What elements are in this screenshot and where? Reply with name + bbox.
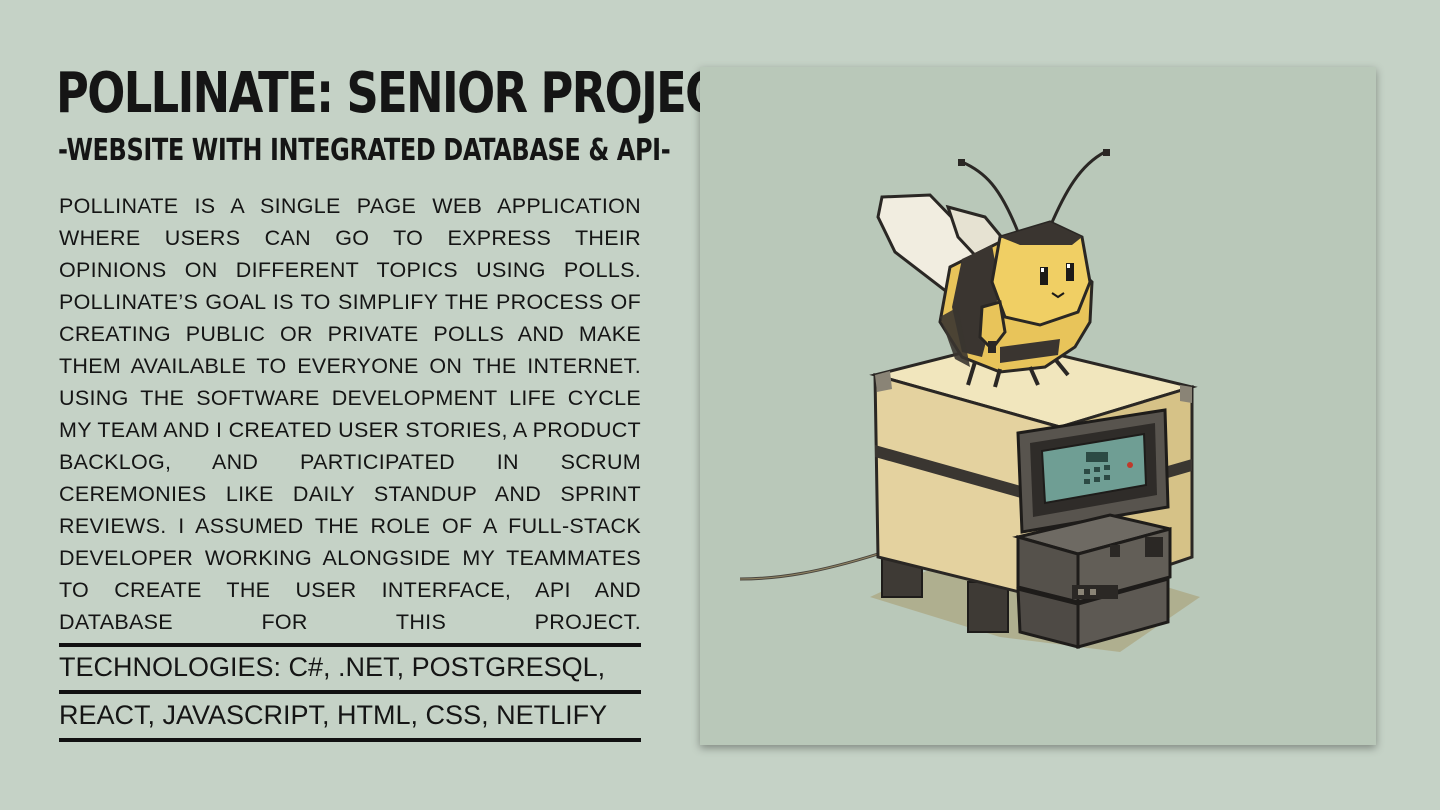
project-description: POLLINATE IS A SINGLE PAGE WEB APPLICATI…	[59, 194, 641, 634]
portfolio-slide: POLLINATE: SENIOR PROJECT -WEBSITE WITH …	[0, 0, 1440, 810]
bee-on-computer-illustration	[700, 67, 1376, 745]
divider-middle	[59, 690, 641, 694]
page-subtitle: -WEBSITE WITH INTEGRATED DATABASE & API-	[58, 133, 671, 168]
technologies-line-2: REACT, JAVASCRIPT, HTML, CSS, NETLIFY	[59, 700, 608, 730]
page-title: POLLINATE: SENIOR PROJECT	[56, 61, 747, 126]
technologies-line-1: TECHNOLOGIES: C#, .NET, POSTGRESQL,	[59, 652, 606, 682]
divider-top	[59, 643, 641, 647]
divider-bottom	[59, 738, 641, 742]
